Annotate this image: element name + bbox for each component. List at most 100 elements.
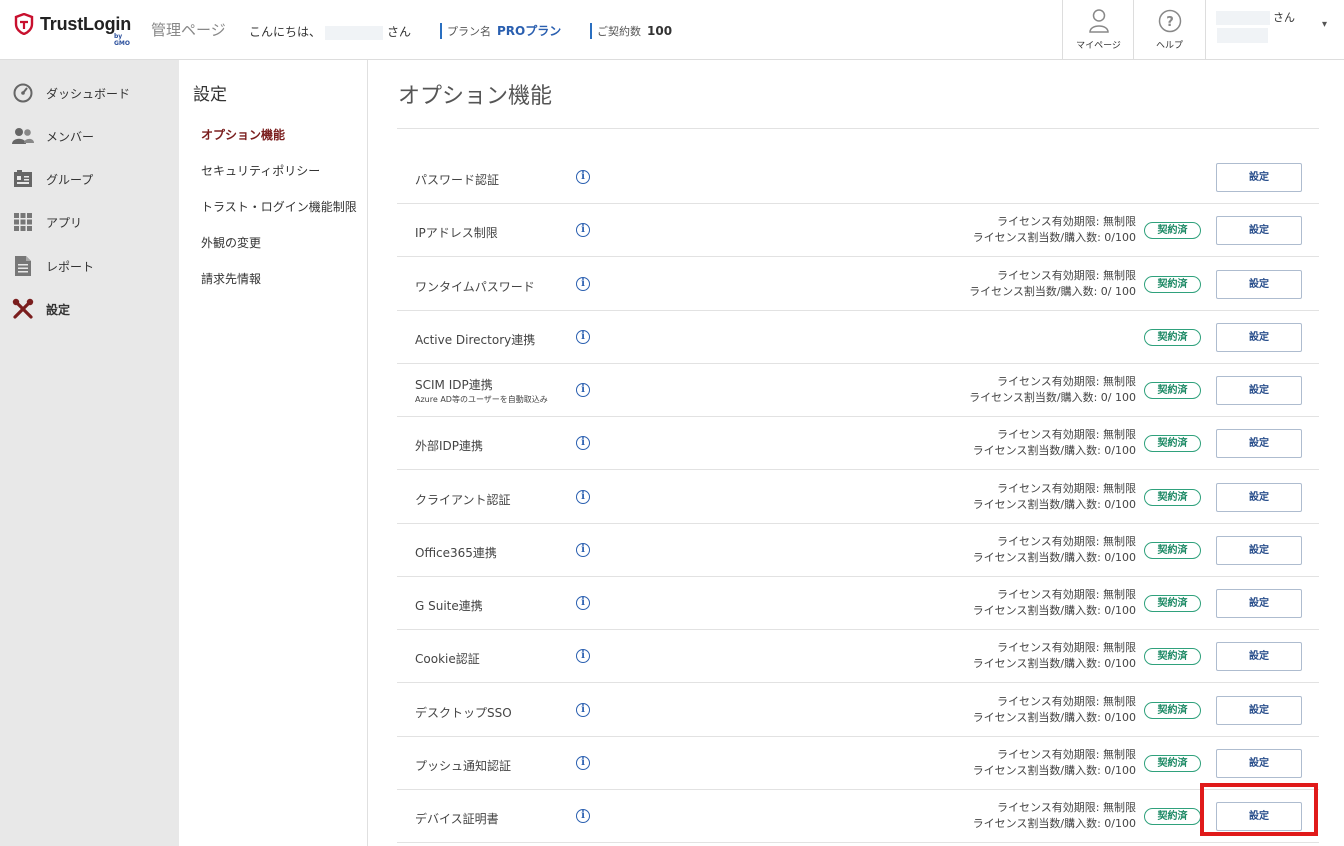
option-name: 外部IDP連携 bbox=[415, 439, 484, 453]
settings-button[interactable]: 設定 bbox=[1216, 696, 1302, 725]
license-info: ライセンス有効期限: 無制限ライセンス割当数/購入数: 0/100 bbox=[973, 214, 1136, 246]
license-expiry: ライセンス有効期限: 無制限 bbox=[997, 535, 1136, 548]
members-icon bbox=[12, 125, 34, 147]
sidebar-item-label: グループ bbox=[46, 172, 94, 187]
license-expiry: ライセンス有効期限: 無制限 bbox=[997, 428, 1136, 441]
settings-button[interactable]: 設定 bbox=[1216, 376, 1302, 405]
settings-button[interactable]: 設定 bbox=[1216, 589, 1302, 618]
option-name: ワンタイムパスワード bbox=[415, 280, 535, 294]
license-expiry: ライセンス有効期限: 無制限 bbox=[997, 695, 1136, 708]
license-count: ライセンス割当数/購入数: 0/100 bbox=[972, 604, 1136, 617]
license-info: ライセンス有効期限: 無制限 ライセンス割当数/購入数: 0/100 bbox=[973, 640, 1136, 672]
sidebar-item-label: ダッシュボード bbox=[46, 86, 131, 101]
license-count: ライセンス割当数/購入数: 0/100 bbox=[972, 551, 1136, 564]
sidebar-item-report[interactable]: レポート bbox=[0, 246, 179, 286]
redacted-name bbox=[325, 25, 384, 40]
license-expiry: ライセンス有効期限: 無制限 bbox=[997, 641, 1136, 654]
user-icon bbox=[1088, 9, 1109, 33]
license-expiry: ライセンス有効期限: 無制限 bbox=[997, 588, 1136, 601]
info-icon[interactable]: i bbox=[576, 649, 590, 663]
brand-name: TrustLogin bbox=[40, 13, 131, 34]
help-button[interactable]: ? ヘルプ bbox=[1133, 0, 1205, 60]
sidebar-item-members[interactable]: メンバー bbox=[0, 116, 179, 156]
settings-button[interactable]: 設定 bbox=[1216, 749, 1302, 778]
info-icon[interactable]: i bbox=[576, 223, 590, 237]
info-icon[interactable]: i bbox=[576, 383, 590, 397]
license-count: ライセンス割当数/購入数: 0/100 bbox=[972, 817, 1136, 830]
option-name: IPアドレス制限 bbox=[415, 226, 498, 240]
settings-button[interactable]: 設定 bbox=[1216, 536, 1302, 565]
trustlogin-logo[interactable]: TrustLogin by GMO bbox=[14, 13, 131, 47]
subnav-item-security-policy[interactable]: セキュリティポリシー bbox=[201, 162, 320, 179]
contracted-badge: 契約済 bbox=[1144, 755, 1201, 772]
redacted-user-sub bbox=[1217, 28, 1268, 43]
settings-subnav: 設定 オプション機能 セキュリティポリシー トラスト・ログイン機能制限 外観の変… bbox=[179, 60, 368, 846]
user-name: さん bbox=[1216, 9, 1295, 25]
subnav-item-appearance[interactable]: 外観の変更 bbox=[201, 234, 261, 251]
license-expiry: ライセンス有効期限: 無制限 bbox=[997, 215, 1136, 228]
license-count: ライセンス割当数/購入数: 0/100 bbox=[972, 231, 1136, 244]
sidebar-item-group[interactable]: グループ bbox=[0, 159, 179, 199]
contracted-badge: 契約済 bbox=[1144, 702, 1201, 719]
shield-logo-icon bbox=[14, 13, 34, 35]
license-info: ライセンス有効期限: 無制限ライセンス割当数/購入数: 0/100 bbox=[973, 534, 1136, 566]
help-icon: ? bbox=[1158, 9, 1181, 33]
redacted-user bbox=[1216, 11, 1270, 25]
license-expiry: ライセンス有効期限: 無制限 bbox=[997, 375, 1136, 388]
page-title: オプション機能 bbox=[398, 84, 553, 109]
settings-button[interactable]: 設定 bbox=[1216, 429, 1302, 458]
mypage-button[interactable]: マイページ bbox=[1062, 0, 1134, 60]
sidebar-item-settings[interactable]: 設定 bbox=[0, 289, 179, 329]
contracted-badge: 契約済 bbox=[1144, 489, 1201, 506]
subnav-item-options[interactable]: オプション機能 bbox=[201, 126, 285, 143]
subnav-item-billing[interactable]: 請求先情報 bbox=[201, 270, 261, 287]
settings-button[interactable]: 設定 bbox=[1216, 216, 1302, 245]
info-icon[interactable]: i bbox=[576, 170, 590, 184]
greeting-prefix: こんにちは、 bbox=[249, 25, 322, 39]
plan-value: PROプラン bbox=[497, 24, 562, 38]
settings-button[interactable]: 設定 bbox=[1216, 642, 1302, 671]
info-icon[interactable]: i bbox=[576, 809, 590, 823]
settings-button[interactable]: 設定 bbox=[1216, 323, 1302, 352]
license-info: ライセンス有効期限: 無制限 ライセンス割当数/購入数: 0/ 100 bbox=[969, 374, 1136, 406]
info-icon[interactable]: i bbox=[576, 490, 590, 504]
subnav-title: 設定 bbox=[193, 85, 227, 105]
info-icon[interactable]: i bbox=[576, 277, 590, 291]
greeting-suffix: さん bbox=[387, 25, 412, 39]
info-icon[interactable]: i bbox=[576, 543, 590, 557]
license-info: ライセンス有効期限: 無制限 ライセンス割当数/購入数: 0/ 100 bbox=[969, 268, 1136, 300]
info-icon[interactable]: i bbox=[576, 330, 590, 344]
option-name: プッシュ通知認証 bbox=[415, 759, 512, 773]
option-name: パスワード認証 bbox=[415, 173, 500, 187]
info-icon[interactable]: i bbox=[576, 596, 590, 610]
contracts-label: ご契約数 bbox=[597, 25, 641, 38]
license-info: ライセンス有効期限: 無制限 ライセンス割当数/購入数: 0/100 bbox=[973, 481, 1136, 513]
option-row: SCIM IDP連携 Azure AD等のユーザーを自動取込み i ライセンス有効期限… bbox=[397, 364, 1319, 417]
user-menu[interactable]: さん ▾ bbox=[1205, 0, 1344, 60]
settings-button[interactable]: 設定 bbox=[1216, 270, 1302, 299]
license-count: ライセンス割当数/購入数: 0/100 bbox=[972, 711, 1136, 724]
info-icon[interactable]: i bbox=[576, 436, 590, 450]
option-row: Active Directory連携 i 契約済 設定 bbox=[397, 311, 1319, 364]
license-expiry: ライセンス有効期限: 無制限 bbox=[997, 269, 1136, 282]
settings-button[interactable]: 設定 bbox=[1216, 802, 1302, 831]
contracted-badge: 契約済 bbox=[1144, 329, 1201, 346]
apps-icon bbox=[12, 211, 34, 233]
option-row: ワンタイムパスワード i ライセンス有効期限: 無制限 ライセンス割当数/購入数: 0… bbox=[397, 258, 1319, 311]
license-info: ライセンス有効期限: 無制限 ライセンス割当数/購入数: 0/100 bbox=[973, 427, 1136, 459]
info-icon[interactable]: i bbox=[576, 703, 590, 717]
info-icon[interactable]: i bbox=[576, 756, 590, 770]
option-name: デスクトップSSO bbox=[415, 706, 512, 720]
sidebar-item-label: アプリ bbox=[46, 215, 83, 230]
license-expiry: ライセンス有効期限: 無制限 bbox=[997, 482, 1136, 495]
subnav-item-function-limit[interactable]: トラスト・ログイン機能制限 bbox=[201, 198, 357, 215]
settings-button[interactable]: 設定 bbox=[1216, 163, 1302, 192]
sidebar-item-dashboard[interactable]: ダッシュボード bbox=[0, 73, 179, 113]
contracts-info: ご契約数 100 bbox=[590, 23, 672, 39]
settings-button[interactable]: 設定 bbox=[1216, 483, 1302, 512]
contracted-badge: 契約済 bbox=[1144, 222, 1201, 239]
report-icon bbox=[12, 255, 34, 277]
option-name: クライアント認証 bbox=[415, 493, 511, 507]
chevron-down-icon: ▾ bbox=[1322, 19, 1328, 30]
sidebar-item-apps[interactable]: アプリ bbox=[0, 202, 179, 242]
